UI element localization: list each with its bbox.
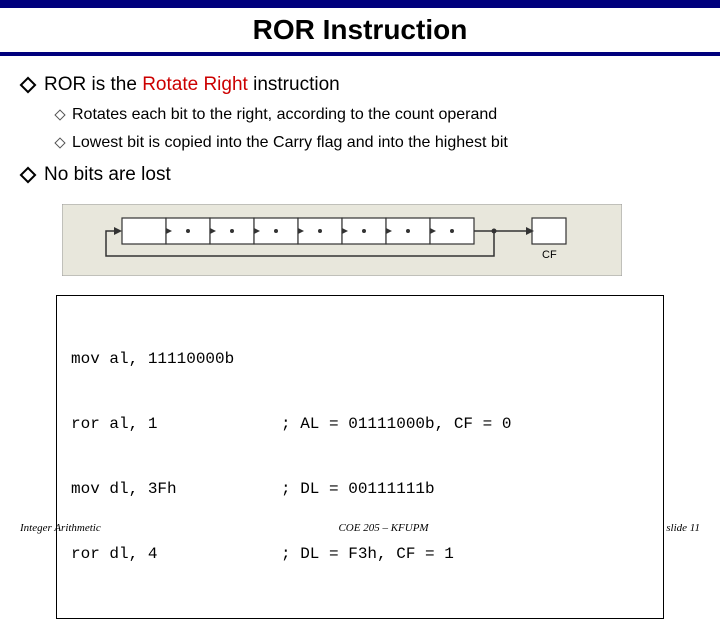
title-bar: ROR Instruction — [0, 3, 720, 53]
title-bar-inner: ROR Instruction — [0, 8, 720, 52]
bullet-sub-2: Lowest bit is copied into the Carry flag… — [56, 134, 698, 152]
code-line-3: mov dl, 3Fh ; DL = 00111111b — [71, 479, 649, 501]
cf-label: CF — [542, 249, 557, 261]
rotate-diagram: CF — [62, 204, 658, 281]
sub-text-1: Rotates each bit to the right, according… — [72, 106, 497, 124]
bullet-text-1: ROR is the Rotate Right instruction — [44, 74, 340, 96]
bullet-sub-1: Rotates each bit to the right, according… — [56, 106, 698, 124]
bullet1-post: instruction — [248, 74, 340, 95]
bullet-main-1: ROR is the Rotate Right instruction — [22, 74, 698, 96]
code-l3-right: ; DL = 00111111b — [281, 479, 649, 501]
code-box: mov al, 11110000b ror al, 1 ; AL = 01111… — [56, 295, 664, 619]
footer: Integer Arithmetic COE 205 – KFUPM slide… — [0, 522, 720, 534]
footer-right: slide 11 — [666, 522, 700, 534]
footer-left: Integer Arithmetic — [20, 522, 101, 534]
diamond-icon — [20, 77, 37, 94]
code-l1-right — [281, 349, 649, 371]
code-l1-left: mov al, 11110000b — [71, 349, 281, 371]
code-line-1: mov al, 11110000b — [71, 349, 649, 371]
code-l4-right: ; DL = F3h, CF = 1 — [281, 544, 649, 566]
code-l4-left: ror dl, 4 — [71, 544, 281, 566]
code-l2-left: ror al, 1 — [71, 414, 281, 436]
diamond-small-icon — [54, 109, 65, 120]
footer-center: COE 205 – KFUPM — [338, 522, 428, 534]
bullet1-red: Rotate Right — [142, 74, 248, 95]
diamond-small-icon — [54, 137, 65, 148]
diamond-icon — [20, 167, 37, 184]
code-l2-right: ; AL = 01111000b, CF = 0 — [281, 414, 649, 436]
content-area: ROR is the Rotate Right instruction Rota… — [0, 56, 720, 619]
rotate-diagram-svg: CF — [62, 204, 622, 276]
bullet1-pre: ROR is the — [44, 74, 142, 95]
sub-text-2: Lowest bit is copied into the Carry flag… — [72, 134, 508, 152]
bullet-main-2: No bits are lost — [22, 164, 698, 186]
code-l3-left: mov dl, 3Fh — [71, 479, 281, 501]
bullet-text-2: No bits are lost — [44, 164, 171, 186]
code-line-2: ror al, 1 ; AL = 01111000b, CF = 0 — [71, 414, 649, 436]
slide-title: ROR Instruction — [0, 10, 720, 50]
code-line-4: ror dl, 4 ; DL = F3h, CF = 1 — [71, 544, 649, 566]
